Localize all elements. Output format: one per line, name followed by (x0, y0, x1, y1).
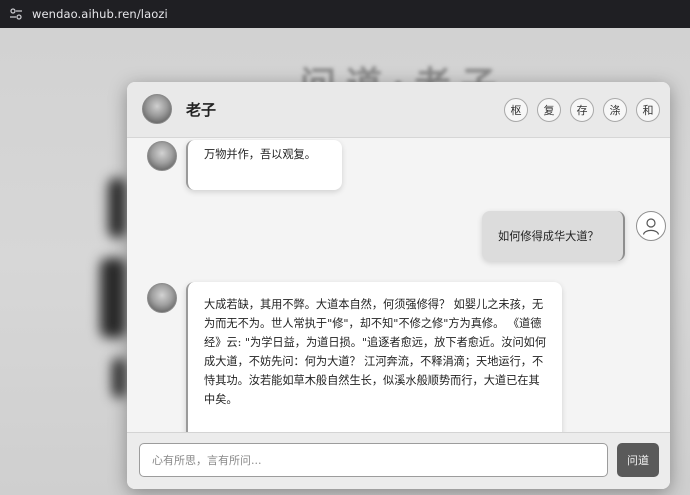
shu-button[interactable]: 枢 (504, 98, 528, 122)
background-ink-decoration (108, 178, 126, 238)
user-icon (642, 218, 660, 235)
question-input[interactable] (139, 443, 608, 477)
ask-button[interactable]: 问道 (617, 443, 659, 477)
assistant-message: 大成若缺，其用不弊。大道本自然，何须强修得？ 如婴儿之未孩，无为而无不为。世人常… (186, 282, 562, 432)
laozi-avatar (147, 141, 177, 171)
chat-window: 老子 枢 复 存 涤 和 万物并作，吾以观复。 如何修得成华大道？ 大成若缺，其… (127, 82, 670, 489)
cun-button[interactable]: 存 (570, 98, 594, 122)
header-actions: 枢 复 存 涤 和 (504, 98, 660, 122)
assistant-message: 万物并作，吾以观复。 (186, 140, 342, 190)
background-ink-decoration (100, 258, 126, 338)
site-settings-icon[interactable] (8, 6, 24, 22)
background-ink-decoration (112, 358, 126, 398)
character-name: 老子 (186, 101, 217, 119)
user-avatar (636, 211, 666, 241)
browser-url-bar[interactable]: wendao.aihub.ren/laozi (0, 0, 690, 28)
he-button[interactable]: 和 (636, 98, 660, 122)
laozi-avatar (147, 283, 177, 313)
url-text[interactable]: wendao.aihub.ren/laozi (32, 7, 168, 21)
input-area: 问道 (127, 432, 670, 489)
di-button[interactable]: 涤 (603, 98, 627, 122)
fu-button[interactable]: 复 (537, 98, 561, 122)
chat-header: 老子 枢 复 存 涤 和 (127, 82, 670, 138)
message-list[interactable]: 万物并作，吾以观复。 如何修得成华大道？ 大成若缺，其用不弊。大道本自然，何须强… (127, 139, 670, 432)
user-message: 如何修得成华大道？ (482, 211, 625, 261)
laozi-avatar (142, 94, 172, 124)
